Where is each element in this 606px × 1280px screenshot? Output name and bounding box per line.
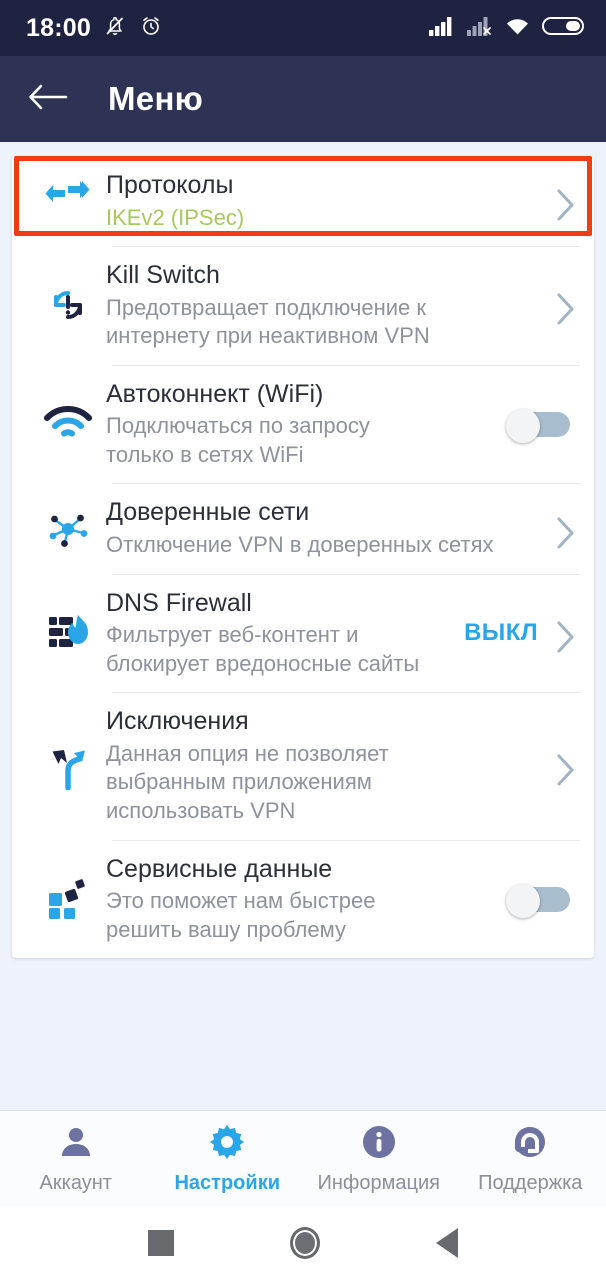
info-icon bbox=[360, 1123, 398, 1166]
settings-row-protocols[interactable]: Протоколы IKEv2 (IPSec) bbox=[12, 156, 594, 246]
settings-row-autoconnect-wifi[interactable]: Автоконнект (WiFi) Подключаться по запро… bbox=[12, 365, 594, 484]
bottom-navigation: Аккаунт Настройки Информация bbox=[0, 1110, 606, 1206]
dns-firewall-brickwall-flame-icon bbox=[30, 611, 106, 655]
row-text: DNS Firewall Фильтрует веб-контент и бло… bbox=[106, 588, 464, 679]
row-title: Исключения bbox=[106, 706, 546, 737]
page-title: Меню bbox=[108, 80, 203, 118]
status-bar-right bbox=[428, 15, 584, 42]
row-controls: ВЫКЛ bbox=[464, 619, 578, 647]
row-text: Доверенные сети Отключение VPN в доверен… bbox=[106, 497, 552, 559]
settings-row-exceptions[interactable]: Исключения Данная опция не позволяет выб… bbox=[12, 692, 594, 839]
wifi-icon bbox=[30, 406, 106, 442]
row-controls bbox=[506, 409, 578, 439]
nav-label: Аккаунт bbox=[40, 1172, 112, 1195]
chevron-right-icon[interactable] bbox=[552, 292, 578, 318]
app-bar: Меню bbox=[0, 56, 606, 142]
row-title: Протоколы bbox=[106, 170, 546, 201]
autoconnect-toggle[interactable] bbox=[506, 409, 570, 439]
row-subtitle: Фильтрует веб-контент и блокирует вредон… bbox=[106, 621, 458, 678]
settings-row-trusted-networks[interactable]: Доверенные сети Отключение VPN в доверен… bbox=[12, 483, 594, 573]
row-text: Автоконнект (WiFi) Подключаться по запро… bbox=[106, 379, 506, 470]
status-time: 18:00 bbox=[26, 14, 91, 43]
settings-card: Протоколы IKEv2 (IPSec) bbox=[12, 156, 594, 958]
kill-switch-refresh-warning-icon bbox=[30, 283, 106, 327]
nav-item-information[interactable]: Информация bbox=[303, 1123, 455, 1195]
status-bar-left: 18:00 bbox=[26, 14, 163, 43]
row-subtitle: Это поможет нам быстрее решить вашу проб… bbox=[106, 887, 500, 944]
row-text: Исключения Данная опция не позволяет выб… bbox=[106, 706, 552, 825]
row-title: DNS Firewall bbox=[106, 588, 458, 619]
row-text: Kill Switch Предотвращает подключение к … bbox=[106, 260, 552, 351]
alarm-clock-icon bbox=[139, 14, 163, 43]
settings-content: Протоколы IKEv2 (IPSec) bbox=[0, 142, 606, 1110]
android-system-nav bbox=[0, 1206, 606, 1280]
service-data-squares-icon bbox=[30, 877, 106, 921]
nav-label: Настройки bbox=[174, 1172, 280, 1195]
nav-label: Поддержка bbox=[478, 1172, 582, 1195]
row-controls bbox=[506, 884, 578, 914]
triangle-back-icon[interactable] bbox=[436, 1228, 458, 1258]
signal-bars-icon bbox=[428, 15, 455, 42]
row-controls bbox=[552, 292, 578, 318]
gear-icon bbox=[208, 1123, 246, 1166]
trusted-networks-nodes-icon bbox=[30, 506, 106, 552]
row-title: Сервисные данные bbox=[106, 854, 500, 885]
nav-label: Информация bbox=[318, 1172, 440, 1195]
toggle-thumb bbox=[506, 884, 540, 918]
wifi-icon bbox=[504, 15, 531, 42]
battery-icon bbox=[542, 15, 584, 42]
chevron-right-icon[interactable] bbox=[552, 188, 578, 214]
row-controls bbox=[552, 516, 578, 542]
row-subtitle: Подключаться по запросу только в сетях W… bbox=[106, 412, 500, 469]
row-title: Автоконнект (WiFi) bbox=[106, 379, 500, 410]
status-bar: 18:00 bbox=[0, 0, 606, 56]
mute-bell-icon bbox=[103, 14, 127, 43]
row-subtitle: Предотвращает подключение к интернету пр… bbox=[106, 294, 546, 351]
settings-row-kill-switch[interactable]: Kill Switch Предотвращает подключение к … bbox=[12, 246, 594, 365]
row-subtitle: Данная опция не позволяет выбранным прил… bbox=[106, 740, 546, 826]
nav-item-settings[interactable]: Настройки bbox=[152, 1123, 304, 1195]
nav-item-account[interactable]: Аккаунт bbox=[0, 1123, 152, 1195]
toggle-thumb bbox=[506, 409, 540, 443]
chevron-right-icon[interactable] bbox=[552, 620, 578, 646]
headset-icon bbox=[511, 1123, 549, 1166]
row-controls bbox=[552, 188, 578, 214]
person-icon bbox=[57, 1123, 95, 1166]
phone-screen: 18:00 bbox=[0, 0, 606, 1280]
row-subtitle: IKEv2 (IPSec) bbox=[106, 204, 546, 233]
settings-row-dns-firewall[interactable]: DNS Firewall Фильтрует веб-контент и бло… bbox=[12, 574, 594, 693]
service-data-toggle[interactable] bbox=[506, 884, 570, 914]
row-title: Kill Switch bbox=[106, 260, 546, 291]
status-badge: ВЫКЛ bbox=[464, 619, 538, 647]
square-recents-icon[interactable] bbox=[148, 1230, 174, 1256]
protocols-exchange-arrows-icon bbox=[30, 181, 106, 221]
row-text: Протоколы IKEv2 (IPSec) bbox=[106, 170, 552, 232]
row-title: Доверенные сети bbox=[106, 497, 546, 528]
back-arrow-icon[interactable] bbox=[28, 81, 68, 118]
row-subtitle: Отключение VPN в доверенных сетях bbox=[106, 531, 546, 560]
settings-row-service-data[interactable]: Сервисные данные Это поможет нам быстрее… bbox=[12, 840, 594, 959]
row-controls bbox=[552, 753, 578, 779]
circle-home-icon[interactable] bbox=[290, 1227, 320, 1259]
nav-item-support[interactable]: Поддержка bbox=[455, 1123, 606, 1195]
chevron-right-icon[interactable] bbox=[552, 516, 578, 542]
signal-bars-no-service-icon bbox=[466, 15, 493, 42]
chevron-right-icon[interactable] bbox=[552, 753, 578, 779]
row-text: Сервисные данные Это поможет нам быстрее… bbox=[106, 854, 506, 945]
exceptions-split-arrows-icon bbox=[30, 742, 106, 790]
